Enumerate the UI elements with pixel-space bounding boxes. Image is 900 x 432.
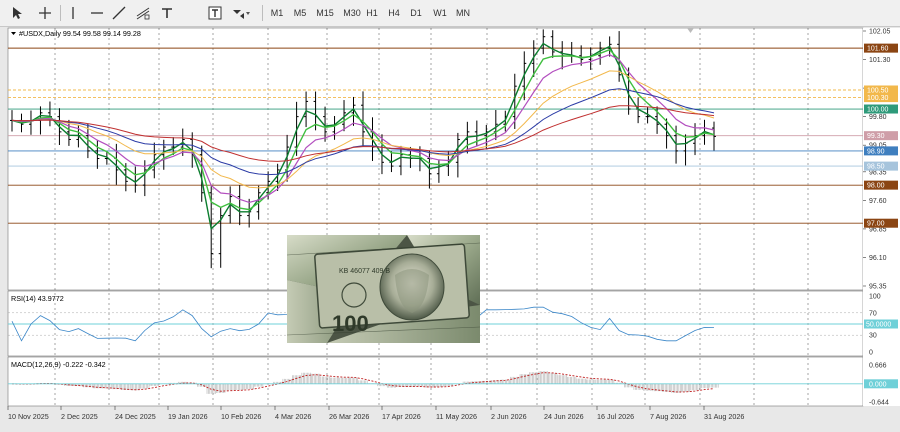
price-axis-label: 95.35 bbox=[869, 284, 887, 291]
price-level-tag-label: 98.50 bbox=[867, 164, 885, 171]
time-axis-label: 7 Aug 2026 bbox=[650, 412, 686, 421]
time-axis-label: 16 Jul 2026 bbox=[597, 412, 634, 421]
price-level-tag-label: 98.90 bbox=[867, 148, 885, 155]
price-axis-label: 97.60 bbox=[869, 198, 887, 205]
rsi-axis-label: 70 bbox=[869, 310, 877, 317]
time-axis-label: 19 Jan 2026 bbox=[168, 412, 208, 421]
rsi-title: RSI(14) 43.9772 bbox=[11, 294, 64, 303]
time-axis-label: 4 Mar 2026 bbox=[275, 412, 311, 421]
macd-zero-tag-label: 0.000 bbox=[869, 381, 887, 388]
rsi-axis-label: 0 bbox=[869, 350, 873, 357]
price-level-tag-label: 98.00 bbox=[867, 183, 885, 190]
chart-area[interactable]: 102.05101.30100.5599.8099.0598.3597.6096… bbox=[0, 0, 900, 432]
price-axis-label: 96.10 bbox=[869, 255, 887, 262]
price-level-tag-label: 97.00 bbox=[867, 221, 885, 228]
price-level-tag-label: 101.60 bbox=[867, 46, 889, 53]
macd-axis-label: -0.644 bbox=[869, 400, 889, 407]
rsi-axis-label: 30 bbox=[869, 333, 877, 340]
macd-axis-label: 0.666 bbox=[869, 363, 887, 370]
rsi-level-tag-label: 50.0000 bbox=[866, 322, 891, 329]
time-axis-label: 24 Jun 2026 bbox=[544, 412, 584, 421]
trading-terminal-window: M1 M5 M15 M30 H1 H4 D1 W1 MN 102.05 101.3… bbox=[0, 0, 900, 432]
price-axis-label: 101.30 bbox=[869, 57, 891, 64]
price-level-tag-label: 100.00 bbox=[867, 107, 889, 114]
time-axis-label: 17 Apr 2026 bbox=[382, 412, 421, 421]
dollar-bills-photo: KB 46077 409 B 100 bbox=[287, 235, 480, 343]
chart-title: #USDX,Daily 99.54 99.58 99.14 99.28 bbox=[19, 29, 141, 38]
time-axis-label: 2 Jun 2026 bbox=[491, 412, 527, 421]
time-axis-label: 10 Feb 2026 bbox=[221, 412, 261, 421]
price-level-tag-label: 99.30 bbox=[867, 133, 885, 140]
rsi-axis-label: 100 bbox=[869, 294, 881, 301]
svg-text:KB 46077 409 B: KB 46077 409 B bbox=[339, 268, 390, 275]
time-axis-label: 11 May 2026 bbox=[436, 412, 477, 421]
time-axis-label: 31 Aug 2026 bbox=[704, 412, 744, 421]
time-axis-label: 26 Mar 2026 bbox=[329, 412, 369, 421]
time-axis-label: 24 Dec 2025 bbox=[115, 412, 156, 421]
macd-panel bbox=[7, 356, 864, 407]
price-level-tag-label: 100.30 bbox=[867, 95, 889, 102]
time-axis-label: 2 Dec 2025 bbox=[61, 412, 98, 421]
price-axis-label: 102.05 bbox=[869, 29, 891, 36]
macd-title: MACD(12,26,9) -0.222 -0.342 bbox=[11, 360, 106, 369]
time-axis-label: 10 Nov 2025 bbox=[8, 412, 49, 421]
price-axis-label: 99.80 bbox=[869, 114, 887, 121]
